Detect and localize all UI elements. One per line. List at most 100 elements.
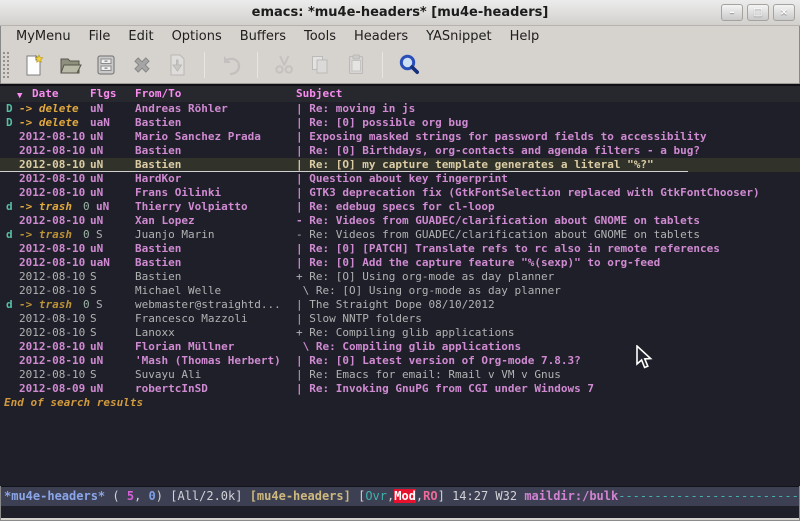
row-from: Bastien (135, 256, 181, 270)
row-subject: + Re: [O] Using org-mode as day planner (296, 270, 554, 284)
mu4e-headers-buffer[interactable]: ▼ Date Flgs From/To Subject D -> delete uN… (0, 84, 800, 486)
row-flags: uN (90, 340, 103, 354)
menu-item-options[interactable]: Options (164, 28, 230, 45)
message-row[interactable]: 2012-08-10uNXan Lopez- Re: Videos from G… (0, 214, 800, 228)
row-flags: uN (90, 214, 103, 228)
message-row[interactable]: d-> trash0uNThierry Volpiatto| Re: edebu… (0, 200, 800, 214)
row-subject: | Re: [0] Latest version of Org-mode 7.8… (296, 354, 581, 368)
menu-item-yasnippet[interactable]: YASnippet (418, 28, 500, 45)
menu-item-headers[interactable]: Headers (346, 28, 416, 45)
row-from: Lanoxx (135, 326, 175, 340)
modeline-segment: 0 (149, 489, 156, 503)
modeline-segment: -------------------------- (618, 489, 800, 503)
row-flags: uN (90, 382, 103, 396)
message-row[interactable]: 2012-08-10uNBastien| Re: [0] [PATCH] Tra… (0, 242, 800, 256)
row-flags: uN (90, 186, 103, 200)
new-file-icon[interactable] (21, 52, 47, 78)
column-from[interactable]: From/To (135, 87, 181, 101)
message-row[interactable]: 2012-08-10SBastien+ Re: [O] Using org-mo… (0, 270, 800, 284)
message-row[interactable]: 2012-08-09uNrobertcInSD| Re: Invoking Gn… (0, 382, 800, 396)
column-flags[interactable]: Flgs (90, 87, 117, 101)
row-subject: | Question about key fingerprint (296, 172, 508, 186)
message-row[interactable]: 2012-08-10uNHardKor| Question about key … (0, 172, 800, 186)
menu-item-help[interactable]: Help (502, 28, 548, 45)
modeline-segment: [All/2.0k] (170, 489, 249, 503)
menu-item-file[interactable]: File (81, 28, 119, 45)
message-row[interactable]: 2012-08-10uNMario Sanchez Prada| Exposin… (0, 130, 800, 144)
column-subject[interactable]: Subject (296, 87, 342, 101)
message-row[interactable]: 2012-08-10SLanoxx+ Re: Compiling glib ap… (0, 326, 800, 340)
row-date: -> trash (19, 228, 72, 242)
row-from: Bastien (135, 270, 181, 284)
message-row[interactable]: 2012-08-10uNFlorian Müllner \ Re: Compil… (0, 340, 800, 354)
row-date: 2012-08-10 (19, 130, 85, 144)
row-date: 2012-08-10 (19, 214, 85, 228)
modeline-segment: *mu4e-headers* (4, 489, 105, 503)
column-date[interactable]: Date (32, 87, 59, 101)
message-row[interactable]: 2012-08-10SMichael Welle \ Re: [O] Using… (0, 284, 800, 298)
title-bar[interactable]: emacs: *mu4e-headers* [mu4e-headers] –□× (0, 0, 800, 26)
toolbar-separator (257, 52, 258, 78)
row-subject: | The Straight Dope 08/10/2012 (296, 298, 495, 312)
message-row[interactable]: d-> trash0Swebmaster@straightd...| The S… (0, 298, 800, 312)
close-buffer-icon[interactable] (129, 52, 155, 78)
message-row[interactable]: d-> trash0SJuanjo Marin- Re: Videos from… (0, 228, 800, 242)
search-icon[interactable] (396, 52, 422, 78)
row-mark: D (6, 116, 13, 130)
row-subject: | Re: [0] Birthdays, org-contacts and ag… (296, 144, 700, 158)
copy-icon (307, 52, 333, 78)
row-date: 2012-08-10 (19, 144, 85, 158)
row-from: HardKor (135, 172, 181, 186)
row-from: Francesco Mazzoli (135, 312, 248, 326)
message-row[interactable]: 2012-08-10uNFrans Oilinki| GTK3 deprecat… (0, 186, 800, 200)
open-folder-icon[interactable] (57, 52, 83, 78)
row-date: -> trash (19, 200, 72, 214)
modeline-segment: ( (105, 489, 127, 503)
close-button[interactable]: × (773, 4, 795, 21)
row-flags: S (90, 312, 97, 326)
message-row[interactable]: 2012-08-10uN'Mash (Thomas Herbert)| Re: … (0, 354, 800, 368)
row-subject: | Exposing masked strings for password f… (296, 130, 707, 144)
row-date: 2012-08-10 (19, 242, 85, 256)
message-row[interactable]: 2012-08-10uNBastien| Re: [0] Birthdays, … (0, 144, 800, 158)
message-row[interactable]: 2012-08-10SFrancesco Mazzoli| Slow NNTP … (0, 312, 800, 326)
row-mark: D (6, 102, 13, 116)
row-subject: | Re: Invoking GnuPG from CGI under Wind… (296, 382, 594, 396)
message-list: D-> deleteuNAndreas Röhler| Re: moving i… (0, 102, 800, 396)
header-line: ▼ Date Flgs From/To Subject (0, 86, 800, 102)
row-date: 2012-08-10 (19, 284, 85, 298)
row-thread-count: 0 (83, 200, 90, 214)
row-date: 2012-08-10 (19, 186, 85, 200)
cut-icon (271, 52, 297, 78)
row-date: 2012-08-10 (19, 256, 85, 270)
minimize-button[interactable]: – (721, 4, 743, 21)
message-row[interactable]: D-> deleteuaNBastien| Re: [0] possible o… (0, 116, 800, 130)
end-of-results-label: End of search results (0, 396, 800, 410)
message-row[interactable]: 2012-08-10uNBastien| Re: [O] my capture … (0, 158, 800, 172)
row-flags: uN (90, 130, 103, 144)
emacs-window: emacs: *mu4e-headers* [mu4e-headers] –□×… (0, 0, 800, 521)
row-date: -> delete (19, 102, 79, 116)
sort-arrow-icon[interactable]: ▼ (17, 89, 22, 103)
message-row[interactable]: 2012-08-10uaNBastien| Re: [0] Add the ca… (0, 256, 800, 270)
menu-item-edit[interactable]: Edit (120, 28, 161, 45)
toolbar-grip-handle[interactable] (2, 51, 10, 79)
message-row[interactable]: D-> deleteuNAndreas Röhler| Re: moving i… (0, 102, 800, 116)
modeline-segment: [ (351, 489, 365, 503)
menu-item-mymenu[interactable]: MyMenu (8, 28, 79, 45)
message-row[interactable]: 2012-08-10SSuvayu Ali| Re: Emacs for ema… (0, 368, 800, 382)
row-from: webmaster@straightd... (135, 298, 281, 312)
maximize-button[interactable]: □ (747, 4, 769, 21)
row-date: 2012-08-10 (19, 172, 85, 186)
menu-item-tools[interactable]: Tools (296, 28, 344, 45)
row-date: 2012-08-10 (19, 354, 85, 368)
menu-item-buffers[interactable]: Buffers (232, 28, 294, 45)
row-thread-count: 0 (83, 298, 90, 312)
row-flags: uaN (90, 116, 110, 130)
row-flags: uN (90, 158, 103, 172)
row-subject: | Re: Emacs for email: Rmail v VM v Gnus (296, 368, 561, 382)
modeline-segment: RO (423, 489, 437, 503)
echo-area[interactable] (0, 506, 800, 518)
save-icon[interactable] (93, 52, 119, 78)
row-flags: S (90, 326, 97, 340)
